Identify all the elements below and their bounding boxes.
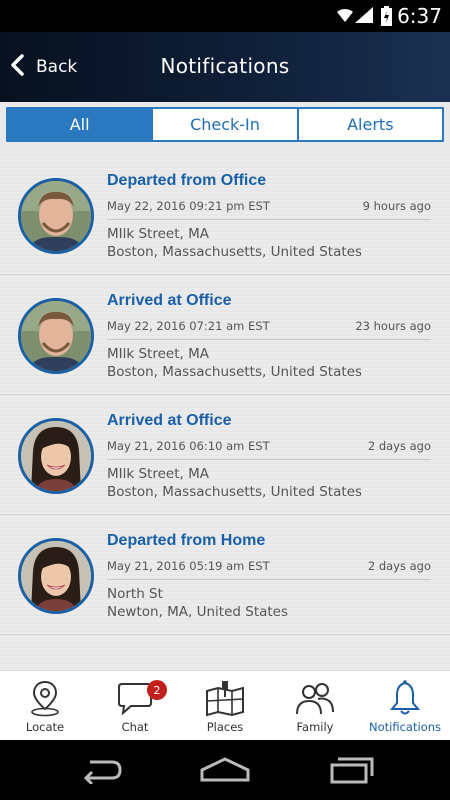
location-pin-icon: [28, 671, 62, 717]
notification-item[interactable]: Departed from Home May 21, 2016 05:19 am…: [0, 515, 450, 635]
address-line2: Boston, Massachusetts, United States: [107, 244, 362, 260]
event-title: Arrived at Office: [107, 292, 232, 309]
family-icon: [294, 671, 336, 717]
nav-notifications[interactable]: Notifications: [360, 671, 450, 740]
recents-nav-icon[interactable]: [330, 756, 374, 788]
event-date: May 22, 2016 09:21 pm EST: [107, 199, 270, 213]
system-nav-bar: [0, 740, 450, 800]
page-title: Notifications: [160, 54, 290, 78]
relative-time: 9 hours ago: [362, 199, 431, 213]
woman-avatar: [18, 538, 94, 614]
wifi-icon: [336, 6, 354, 28]
tab-check-in[interactable]: Check-In: [153, 109, 299, 140]
nav-locate[interactable]: Locate: [0, 671, 90, 740]
nav-label: Family: [296, 720, 334, 734]
nav-family[interactable]: Family: [270, 671, 360, 740]
home-nav-icon[interactable]: [200, 756, 250, 788]
woman-avatar: [18, 418, 94, 494]
divider: [107, 339, 431, 340]
address-line2: Boston, Massachusetts, United States: [107, 484, 362, 500]
relative-time: 23 hours ago: [355, 319, 431, 333]
notification-item[interactable]: Arrived at Office May 21, 2016 06:10 am …: [0, 395, 450, 515]
event-title: Departed from Home: [107, 532, 266, 549]
battery-charging-icon: [381, 6, 392, 30]
event-date: May 21, 2016 06:10 am EST: [107, 439, 270, 453]
address-line2: Boston, Massachusetts, United States: [107, 364, 362, 380]
relative-time: 2 days ago: [367, 559, 431, 573]
filter-tabs: All Check-In Alerts: [6, 107, 444, 142]
nav-label: Notifications: [369, 720, 441, 734]
man-avatar: [18, 298, 94, 374]
address-line2: Newton, MA, United States: [107, 604, 289, 620]
clock-time: 6:37: [397, 4, 442, 28]
address-line1: MIlk Street, MA: [107, 226, 209, 242]
man-avatar: [18, 178, 94, 254]
nav-chat[interactable]: 2 Chat: [90, 671, 180, 740]
nav-places[interactable]: Places: [180, 671, 270, 740]
signal-icon: [354, 6, 374, 28]
notification-item[interactable]: Arrived at Office May 22, 2016 07:21 am …: [0, 275, 450, 395]
divider: [107, 219, 431, 220]
nav-label: Places: [206, 720, 244, 734]
bell-icon: [388, 671, 422, 717]
notification-list: Departed from Office May 22, 2016 09:21 …: [0, 155, 450, 670]
app-header: Back Notifications: [0, 32, 450, 102]
tab-all[interactable]: All: [8, 109, 154, 140]
event-title: Departed from Office: [107, 172, 267, 189]
back-nav-icon[interactable]: [78, 756, 124, 788]
divider: [107, 579, 431, 580]
nav-label: Locate: [25, 720, 65, 734]
status-bar: 6:37: [0, 0, 450, 32]
bottom-nav: Locate 2 Chat Places Family Notification…: [0, 670, 450, 740]
map-icon: [204, 671, 246, 717]
event-date: May 22, 2016 07:21 am EST: [107, 319, 270, 333]
divider: [107, 459, 431, 460]
tab-alerts[interactable]: Alerts: [299, 109, 442, 140]
address-line1: North St: [107, 586, 163, 602]
chat-unread-badge: 2: [147, 680, 167, 700]
address-line1: MIlk Street, MA: [107, 346, 209, 362]
relative-time: 2 days ago: [367, 439, 431, 453]
notification-item[interactable]: Departed from Office May 22, 2016 09:21 …: [0, 155, 450, 275]
event-title: Arrived at Office: [107, 412, 232, 429]
address-line1: MIlk Street, MA: [107, 466, 209, 482]
event-date: May 21, 2016 05:19 am EST: [107, 559, 270, 573]
nav-label: Chat: [121, 720, 149, 734]
